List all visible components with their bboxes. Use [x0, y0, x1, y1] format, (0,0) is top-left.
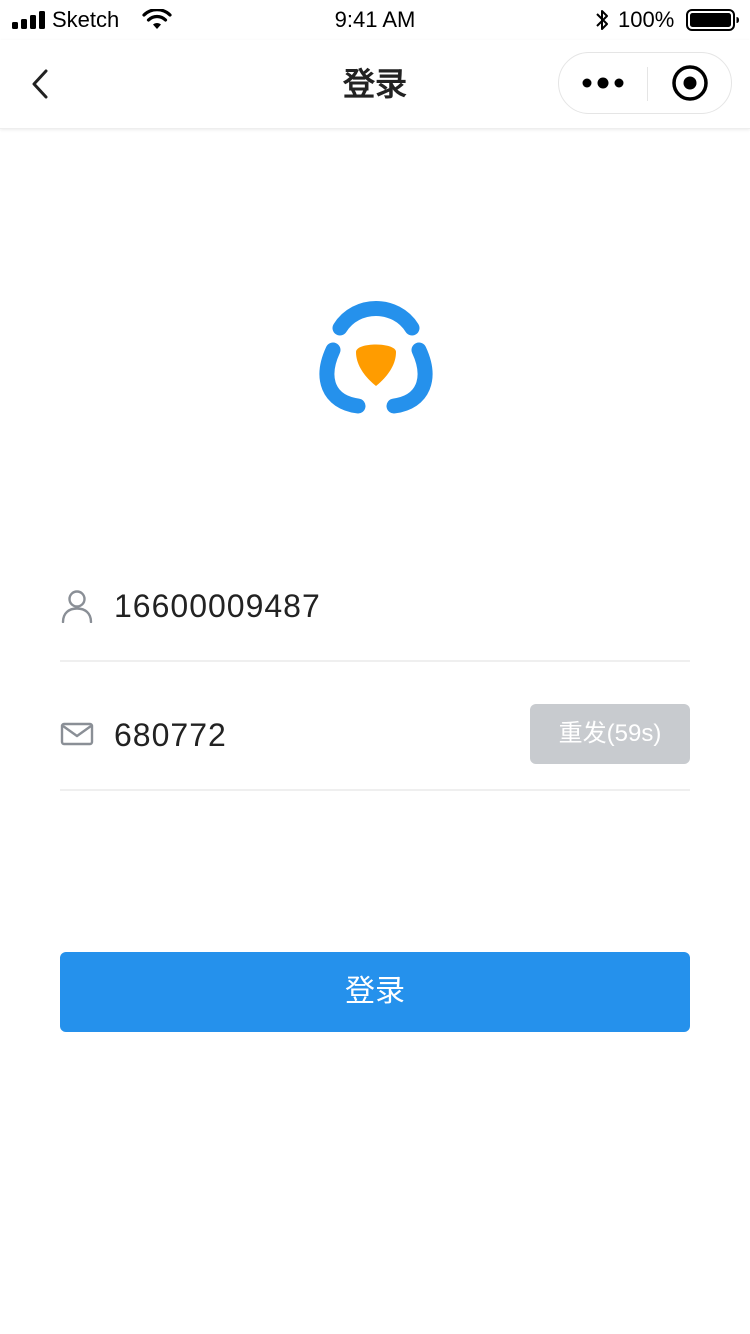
mail-icon: [60, 722, 94, 746]
nav-bar: 登录: [0, 40, 750, 129]
more-button[interactable]: [559, 53, 647, 113]
target-circle-icon: [672, 65, 708, 101]
more-dots-icon: [582, 77, 624, 89]
status-bar: Sketch 9:41 AM 100%: [0, 0, 750, 40]
login-button[interactable]: 登录: [60, 952, 690, 1032]
phone-row: [60, 534, 690, 662]
app-logo-icon: [319, 301, 433, 414]
verification-code-input[interactable]: [114, 711, 534, 759]
mini-program-capsule: [558, 52, 732, 114]
battery-icon: [686, 9, 739, 31]
user-icon: [61, 590, 93, 623]
code-row: 重发(59s): [60, 663, 690, 791]
bluetooth-icon: [596, 10, 608, 30]
phone-input[interactable]: [114, 582, 534, 630]
resend-code-button[interactable]: 重发(59s): [530, 704, 690, 764]
battery-percent: 100%: [618, 7, 675, 32]
close-miniprogram-button[interactable]: [648, 53, 732, 113]
